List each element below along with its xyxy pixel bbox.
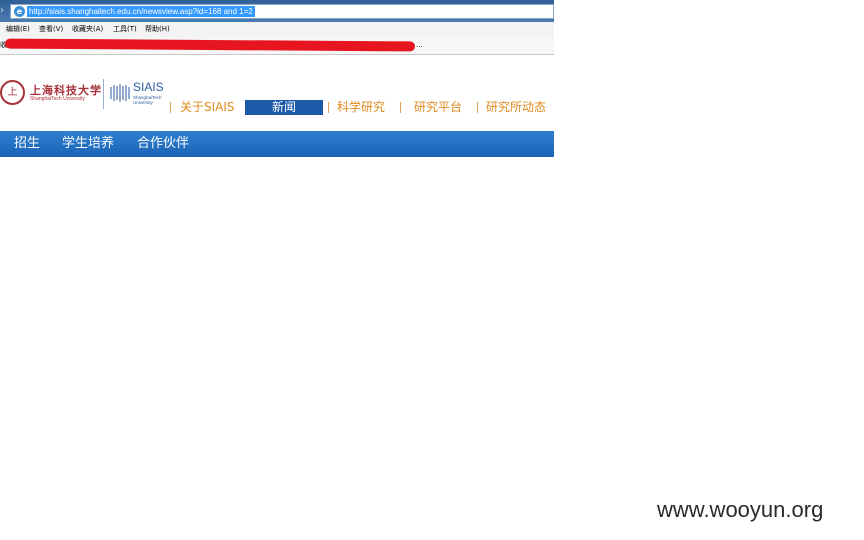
logo-name-en[interactable]: ShanghaiTech University	[30, 96, 85, 102]
back-arrow-icon[interactable]: ›	[0, 5, 8, 17]
menu-favorites[interactable]: 收藏夹(A)	[72, 22, 103, 37]
siais-subtitle: ShanghaiTech University	[133, 95, 162, 105]
subnav-admissions[interactable]: 招生	[14, 131, 40, 157]
nav-platform[interactable]: 研究平台	[414, 100, 462, 115]
nav-news[interactable]: 新闻	[245, 100, 323, 115]
watermark: www.wooyun.org	[657, 497, 824, 522]
menu-edit[interactable]: 编辑(E)	[6, 22, 30, 37]
siais-name[interactable]: SIAIS	[133, 80, 164, 94]
url-text-selected[interactable]: http://siais.shanghaitech.edu.cn/newsvie…	[27, 6, 255, 17]
menu-tools[interactable]: 工具(T)	[113, 22, 137, 37]
menu-bar: 编辑(E) 查看(V) 收藏夹(A) 工具(T) 帮助(H)	[0, 22, 554, 37]
ie-favicon-icon: e	[14, 6, 25, 17]
subnav-partners[interactable]: 合作伙伴	[137, 131, 189, 157]
nav-separator	[400, 102, 401, 113]
url-input[interactable]: e http://siais.shanghaitech.edu.cn/newsv…	[10, 4, 554, 19]
nav-about[interactable]: 关于SIAIS	[180, 100, 235, 115]
browser-chrome: › e http://siais.shanghaitech.edu.cn/new…	[0, 0, 554, 55]
favorites-more[interactable]: ...	[416, 37, 423, 54]
address-bar: › e http://siais.shanghaitech.edu.cn/new…	[0, 0, 554, 22]
nav-institute-news[interactable]: 研究所动态	[486, 100, 546, 115]
nav-separator	[170, 102, 171, 113]
nav-separator	[328, 102, 329, 113]
nav-separator	[477, 102, 478, 113]
subnav-education[interactable]: 学生培养	[62, 131, 114, 157]
subnav-bar: 招生 学生培养 合作伙伴	[0, 131, 554, 157]
logo-divider	[103, 79, 104, 109]
menu-help[interactable]: 帮助(H)	[145, 22, 170, 37]
menu-view[interactable]: 查看(V)	[39, 22, 63, 37]
nav-research[interactable]: 科学研究	[337, 100, 385, 115]
siais-logo-icon[interactable]	[110, 83, 132, 103]
university-seal-icon[interactable]: 上	[0, 80, 25, 105]
